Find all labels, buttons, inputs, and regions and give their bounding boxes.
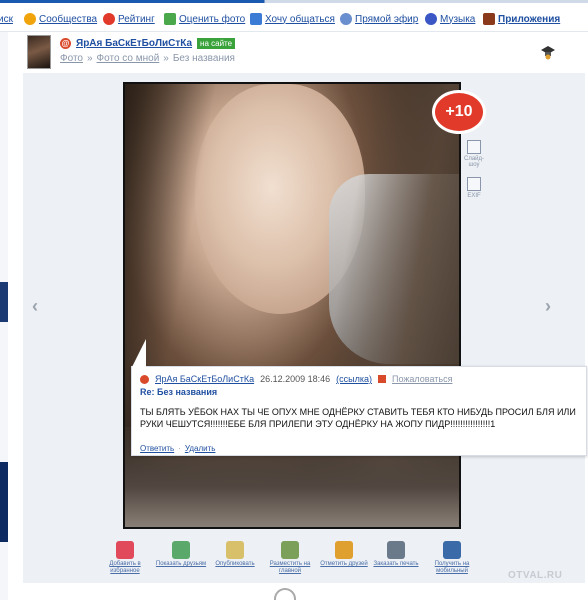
nav-item-communities[interactable]: Сообщества [24,11,97,27]
left-edge [0,32,8,600]
rating-icon [103,13,115,25]
nav-label: иск [0,13,13,25]
user-at-icon: @ [60,38,71,49]
comment-user-icon [140,374,149,384]
comment-date: 26.12.2009 18:46 [260,374,331,384]
score-badge[interactable]: +10 [435,93,483,131]
nav-item-live[interactable]: Прямой эфир [340,11,418,27]
nav-label: Рейтинг [118,13,155,25]
toolbar-label: Получить на мобильный [434,561,470,574]
online-badge: на сайте [197,38,236,49]
next-photo-arrow[interactable]: › [542,296,554,316]
comment-report-link[interactable]: Пожаловаться [392,374,452,384]
nav-label: Приложения [498,13,561,25]
publish-icon [226,541,244,559]
breadcrumb: Фото » Фото со мной » Без названия [60,53,235,64]
breadcrumb-separator: » [86,53,93,64]
photo-icon [164,13,176,25]
left-edge-accent [0,462,8,542]
comment-header: ЯрАя БаСкЕтБоЛиСтКа 26.12.2009 18:46 (сс… [140,374,452,384]
breadcrumb-current: Без названия [172,53,235,64]
add-to-favorites-button[interactable]: Добавить в избранное [97,541,153,575]
slideshow-icon[interactable] [467,140,481,154]
friends-icon [172,541,190,559]
username-link[interactable]: ЯрАя БаСкЕтБоЛиСтКа [76,38,192,49]
place-on-main-button[interactable]: Разместить на главной [262,541,318,575]
nav-item-want-chat[interactable]: Хочу общаться [250,11,335,27]
breadcrumb-separator: » [163,53,169,64]
page-root: иск Сообщества Рейтинг Оценить фото Хочу… [0,0,588,600]
left-edge-accent [0,282,8,322]
nav-label: Сообщества [39,13,98,25]
comment-delete-link[interactable]: Удалить [185,444,216,453]
toolbar-label: Показать друзьям [155,561,207,567]
comment-actions: Ответить · Удалить [140,444,215,453]
user-line: @ ЯрАя БаСкЕтБоЛиСтКа на сайте [60,38,236,49]
comment-permalink[interactable]: (ссылка) [336,374,372,384]
comment-text: ТЫ БЛЯТЬ УЁБОК НАХ ТЫ ЧЕ ОПУХ МНЕ ОДНЁРК… [140,407,576,429]
nav-label: Музыка [440,13,476,25]
chat-icon [250,13,262,25]
publish-button[interactable]: Опубликовать [207,541,263,568]
toolbar-label: Заказать печать [373,561,419,567]
comment-box: ЯрАя БаСкЕтБоЛиСтКа 26.12.2009 18:46 (сс… [131,339,587,456]
tag-friends-icon [335,541,353,559]
report-flag-icon [378,375,387,383]
slideshow-label[interactable]: Слайд-шоу [462,156,486,168]
apps-icon [483,13,495,25]
breadcrumb-photos-with-me[interactable]: Фото со мной [97,53,160,64]
nav-item-rate-photo[interactable]: Оценить фото [164,11,245,27]
nav-label: Прямой эфир [355,13,419,25]
toolbar-label: Разместить на главной [269,561,311,574]
toolbar-label: Опубликовать [215,561,255,567]
avatar[interactable] [27,35,51,69]
breadcrumb-photos[interactable]: Фото [60,53,83,64]
nav-item-music[interactable]: Музыка [425,11,475,27]
get-on-mobile-button[interactable]: Получить на мобильный [424,541,480,575]
print-icon [387,541,405,559]
nav-label: Оценить фото [179,13,246,25]
main-photo[interactable] [123,82,461,529]
toolbar-label: Отметить друзей [320,561,368,567]
nav-item-rating[interactable]: Рейтинг [103,11,155,27]
previous-photo-arrow[interactable]: ‹ [29,296,41,316]
comment-tail [132,339,146,367]
smile-icon [24,13,36,25]
watermark: OTVAL.RU [508,570,563,581]
comment-author[interactable]: ЯрАя БаСкЕтБоЛиСтКа [155,374,254,384]
comment-reply-link[interactable]: Ответить [140,444,174,453]
mobile-icon [443,541,461,559]
nav-item-apps[interactable]: Приложения [483,11,560,27]
comment-actions-separator: · [178,444,181,453]
comment-title: Re: Без названия [140,387,218,397]
loading-spinner [274,588,296,600]
nav-label: Хочу общаться [265,13,335,25]
exif-icon[interactable] [467,177,481,191]
top-strip [0,0,588,3]
order-print-button[interactable]: Заказать печать [368,541,424,568]
top-navigation: иск Сообщества Рейтинг Оценить фото Хочу… [0,0,588,32]
graduation-cap-icon[interactable] [540,44,556,60]
exif-label[interactable]: EXIF [462,193,486,199]
toolbar-label: Добавить в избранное [109,561,141,574]
music-icon [425,13,437,25]
show-friends-button[interactable]: Показать друзьям [153,541,209,568]
main-page-icon [281,541,299,559]
nav-item-search-partial[interactable]: иск [0,11,13,27]
heart-icon [116,541,134,559]
bubble-icon [340,13,352,25]
tag-friends-button[interactable]: Отметить друзей [316,541,372,568]
